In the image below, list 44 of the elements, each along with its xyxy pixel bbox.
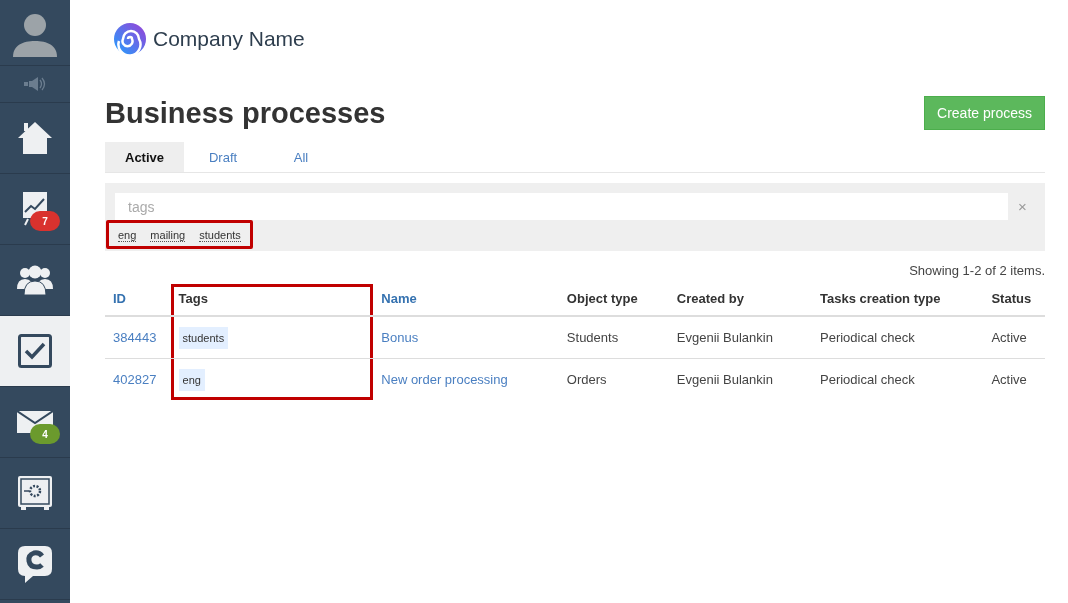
company-name: Company Name [153,26,305,51]
column-header[interactable]: Name [373,284,559,316]
items-summary: Showing 1-2 of 2 items. [908,263,1045,278]
table-link[interactable]: New order processing [381,372,508,387]
tab[interactable]: Active [105,142,185,172]
column-header: Status [983,284,1045,316]
sidebar-item[interactable]: 4 [0,387,70,458]
page-title: Business processes [105,96,386,130]
tag-filter-link[interactable]: students [199,229,241,242]
tag-filter-link[interactable]: eng [118,229,137,242]
tag-filter-link[interactable]: mailing [150,229,186,242]
tab[interactable]: Draft [184,142,263,172]
table-cell: Active [991,330,1027,345]
table-cell: Active [991,372,1027,387]
column-header: Tasks creation type [812,284,984,316]
people-icon[interactable] [17,265,53,295]
tab[interactable]: All [262,142,341,172]
checkbox-icon[interactable] [18,334,52,368]
table-link[interactable]: 384443 [113,330,157,345]
column-header[interactable]: ID [105,284,171,316]
notification-badge: 7 [30,211,60,231]
notification-badge: 4 [30,424,60,444]
table-link[interactable]: 402827 [113,372,157,387]
sidebar-item[interactable]: 7 [0,174,70,245]
table-link[interactable]: Bonus [381,330,419,345]
column-header: Tags [170,284,374,316]
sidebar-item[interactable] [0,316,70,387]
safe-icon[interactable] [17,475,53,511]
column-header: Object type [558,284,669,316]
table-cell: Evgenii Bulankin [676,330,773,345]
table-cell: Orders [566,372,607,387]
tags-input-field[interactable]: tags [115,193,1008,220]
clear-icon[interactable]: × [1010,198,1035,215]
spiral-logo-icon [113,21,147,56]
home-icon[interactable] [17,121,53,155]
chat-bubble-icon[interactable] [17,545,53,583]
table-cell: Periodical check [820,372,915,387]
table-cell: Periodical check [820,330,915,345]
tag-chip[interactable]: eng [178,368,205,391]
column-header: Created by [668,284,812,316]
table-cell: Evgenii Bulankin [676,372,773,387]
tag-chip[interactable]: students [178,326,229,349]
table-cell: Students [566,330,619,345]
create-process-button[interactable]: Create process [924,96,1045,130]
